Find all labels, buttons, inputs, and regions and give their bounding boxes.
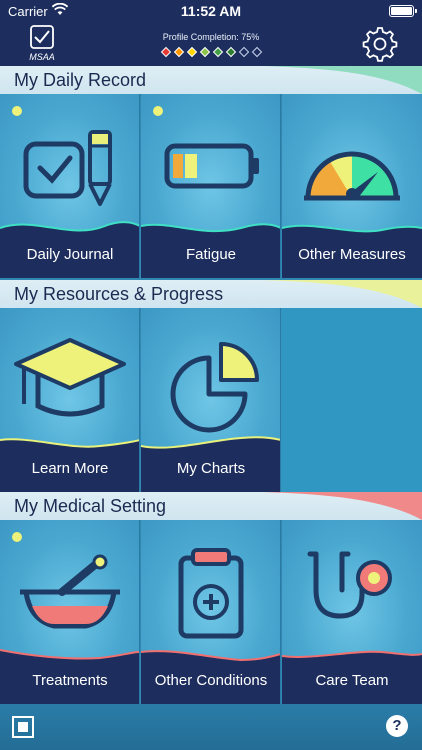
tile-other-conditions[interactable]: Other Conditions	[141, 520, 281, 704]
msaa-logo[interactable]: MSAA	[24, 24, 60, 64]
logo-text: MSAA	[29, 52, 55, 62]
progress-diamond	[173, 46, 185, 58]
progress-diamond	[160, 46, 172, 58]
mortar-pestle-icon	[20, 554, 120, 629]
section-banner-medical-setting: My Medical Setting	[0, 492, 422, 520]
progress-diamond	[238, 46, 250, 58]
tile-label: Daily Journal	[26, 246, 114, 263]
banner-accent	[262, 492, 422, 520]
tile-treatments[interactable]: Treatments	[0, 520, 140, 704]
gauge-icon	[304, 151, 400, 201]
tile-learn-more[interactable]: Learn More	[0, 308, 140, 492]
tile-label: Fatigue	[185, 246, 237, 263]
qr-code-icon[interactable]	[12, 716, 34, 738]
tile-label: Other Conditions	[154, 672, 268, 689]
tile-daily-journal[interactable]: Daily Journal	[0, 94, 140, 278]
tile-other-measures[interactable]: Other Measures	[282, 94, 422, 278]
progress-diamond	[186, 46, 198, 58]
graduation-cap-icon	[14, 338, 126, 417]
checklist-pencil-icon	[23, 130, 112, 206]
battery-icon	[389, 5, 417, 17]
tile-label: Treatments	[32, 672, 108, 689]
bottom-toolbar: ?	[0, 704, 422, 750]
battery-icon	[164, 143, 259, 189]
progress-diamond	[212, 46, 224, 58]
banner-accent	[262, 280, 422, 308]
progress-diamond	[225, 46, 237, 58]
profile-completion-label: Profile Completion: 75%	[162, 32, 260, 42]
section-title: My Medical Setting	[14, 496, 167, 516]
status-time: 11:52 AM	[180, 3, 242, 19]
tile-label: Care Team	[315, 672, 389, 689]
tile-care-team[interactable]: Care Team	[282, 520, 422, 704]
profile-completion-diamonds	[160, 46, 263, 58]
app-header: MSAA Profile Completion: 75%	[0, 22, 422, 66]
tile-my-charts[interactable]: My Charts	[141, 308, 281, 492]
tile-label: My Charts	[176, 460, 246, 477]
tile-label: Learn More	[31, 460, 109, 477]
empty-tile-slot	[281, 308, 422, 492]
progress-diamond	[199, 46, 211, 58]
help-icon[interactable]: ?	[386, 715, 408, 737]
stethoscope-icon	[307, 551, 392, 619]
tile-fatigue[interactable]: Fatigue	[141, 94, 281, 278]
tile-label: Other Measures	[298, 246, 406, 263]
status-bar: Carrier 11:52 AM	[0, 0, 422, 22]
banner-accent	[262, 66, 422, 94]
section-title: My Resources & Progress	[14, 284, 224, 304]
gear-icon[interactable]	[362, 26, 398, 62]
clipboard-medical-icon	[178, 548, 244, 639]
section-banner-daily-record: My Daily Record	[0, 66, 422, 94]
section-title: My Daily Record	[14, 70, 147, 90]
section-banner-resources-progress: My Resources & Progress	[0, 280, 422, 308]
pie-chart-icon	[170, 342, 259, 433]
progress-diamond	[251, 46, 263, 58]
